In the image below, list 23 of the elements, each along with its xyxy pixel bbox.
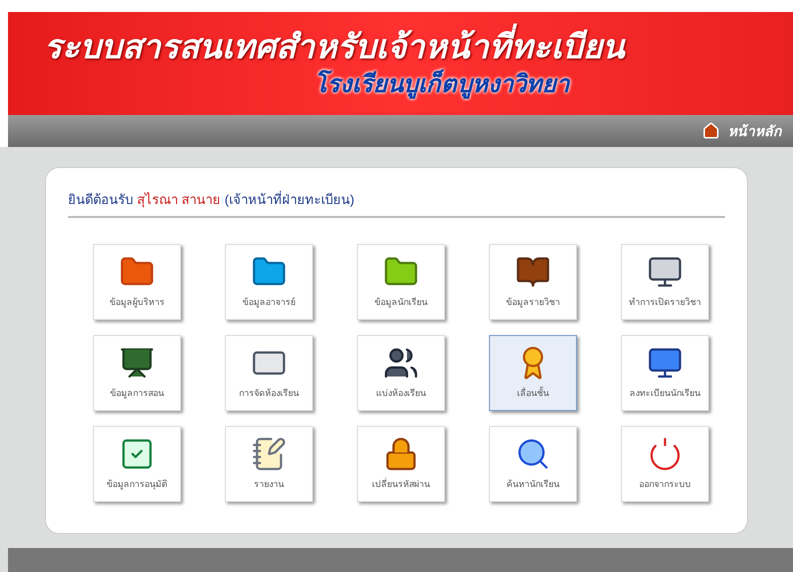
menu-tile[interactable]: ข้อมูลการอนุมัติ <box>93 426 181 502</box>
notepad-icon <box>251 436 287 472</box>
menu-tile[interactable]: แบ่งห้องเรียน <box>357 334 445 410</box>
menu-tile[interactable]: การจัดห้องเรียน <box>225 334 313 410</box>
menu-tile[interactable]: ข้อมูลผู้บริหาร <box>93 244 181 320</box>
home-icon <box>702 122 720 140</box>
menu-tile[interactable]: ออกจากระบบ <box>621 426 709 502</box>
menu-tile[interactable]: ข้อมูลนักเรียน <box>357 244 445 320</box>
menu-tile[interactable]: ข้อมูลอาจารย์ <box>225 244 313 320</box>
system-title: ระบบสารสนเทศสำหรับเจ้าหน้าที่ทะเบียน <box>44 26 757 68</box>
menu-tile[interactable]: เปลี่ยนรหัสผ่าน <box>357 426 445 502</box>
user-role: (เจ้าหน้าที่ฝ่ายทะเบียน) <box>224 190 354 209</box>
menu-tile[interactable]: ค้นหานักเรียน <box>489 426 577 502</box>
menu-tile[interactable]: ทำการเปิดรายวิชา <box>621 244 709 320</box>
school-name: โรงเรียนบูเก็ตบูหงาวิทยา <box>314 68 569 101</box>
welcome-text: ยินดีต้อนรับ <box>68 191 133 209</box>
home-link[interactable]: หน้าหลัก <box>728 120 781 142</box>
menu-tile[interactable]: ลงทะเบียนนักเรียน <box>621 334 709 410</box>
user-name: สุไรณา สานาย <box>137 191 221 210</box>
menu-tile[interactable]: รายงาน <box>225 426 313 502</box>
menu-tile[interactable]: ข้อมูลรายวิชา <box>489 244 577 320</box>
menu-tile[interactable]: เลื่อนชั้น <box>489 334 577 410</box>
menu-tile[interactable]: ข้อมูลการสอน <box>93 334 181 410</box>
